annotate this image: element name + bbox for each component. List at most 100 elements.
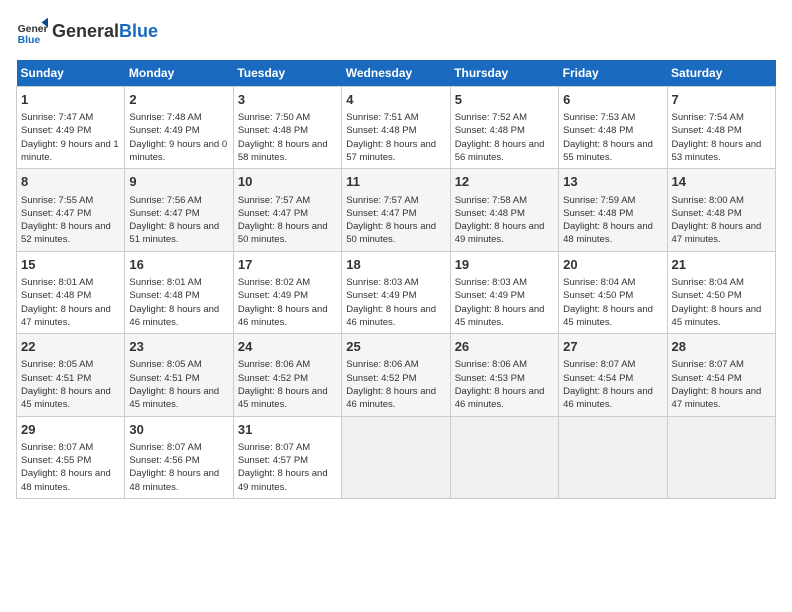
day-info: Sunrise: 8:01 AM Sunset: 4:48 PM Dayligh…: [21, 276, 120, 329]
day-number: 17: [238, 256, 337, 274]
day-number: 26: [455, 338, 554, 356]
calendar-cell: 7 Sunrise: 7:54 AM Sunset: 4:48 PM Daylig…: [667, 87, 775, 169]
calendar-cell: 28 Sunrise: 8:07 AM Sunset: 4:54 PM Dayli…: [667, 334, 775, 416]
day-info: Sunrise: 7:47 AM Sunset: 4:49 PM Dayligh…: [21, 111, 120, 164]
calendar-cell: 19 Sunrise: 8:03 AM Sunset: 4:49 PM Dayli…: [450, 251, 558, 333]
day-number: 3: [238, 91, 337, 109]
day-number: 25: [346, 338, 445, 356]
day-number: 15: [21, 256, 120, 274]
week-row-1: 1 Sunrise: 7:47 AM Sunset: 4:49 PM Daylig…: [17, 87, 776, 169]
day-number: 22: [21, 338, 120, 356]
calendar-cell: 31 Sunrise: 8:07 AM Sunset: 4:57 PM Dayli…: [233, 416, 341, 498]
day-info: Sunrise: 8:04 AM Sunset: 4:50 PM Dayligh…: [672, 276, 771, 329]
calendar-cell: 5 Sunrise: 7:52 AM Sunset: 4:48 PM Daylig…: [450, 87, 558, 169]
day-info: Sunrise: 8:01 AM Sunset: 4:48 PM Dayligh…: [129, 276, 228, 329]
day-info: Sunrise: 7:59 AM Sunset: 4:48 PM Dayligh…: [563, 194, 662, 247]
day-info: Sunrise: 7:54 AM Sunset: 4:48 PM Dayligh…: [672, 111, 771, 164]
day-info: Sunrise: 7:50 AM Sunset: 4:48 PM Dayligh…: [238, 111, 337, 164]
day-number: 10: [238, 173, 337, 191]
calendar-cell: 4Sunrise: 7:51 AM Sunset: 4:48 PM Daylig…: [342, 87, 450, 169]
day-number: 19: [455, 256, 554, 274]
day-number: 18: [346, 256, 445, 274]
calendar-cell: 27Sunrise: 8:07 AM Sunset: 4:54 PM Dayli…: [559, 334, 667, 416]
day-info: Sunrise: 8:04 AM Sunset: 4:50 PM Dayligh…: [563, 276, 662, 329]
logo: General Blue GeneralBlue: [16, 16, 158, 48]
calendar-cell: 14Sunrise: 8:00 AM Sunset: 4:48 PM Dayli…: [667, 169, 775, 251]
weekday-header-tuesday: Tuesday: [233, 60, 341, 87]
day-number: 12: [455, 173, 554, 191]
calendar-cell: 18 Sunrise: 8:03 AM Sunset: 4:49 PM Dayli…: [342, 251, 450, 333]
svg-text:Blue: Blue: [18, 35, 41, 46]
day-info: Sunrise: 7:56 AM Sunset: 4:47 PM Dayligh…: [129, 194, 228, 247]
day-number: 20: [563, 256, 662, 274]
day-number: 23: [129, 338, 228, 356]
day-number: 5: [455, 91, 554, 109]
day-number: 14: [672, 173, 771, 191]
day-info: Sunrise: 7:53 AM Sunset: 4:48 PM Dayligh…: [563, 111, 662, 164]
weekday-header-monday: Monday: [125, 60, 233, 87]
calendar-cell: 3 Sunrise: 7:50 AM Sunset: 4:48 PM Daylig…: [233, 87, 341, 169]
day-info: Sunrise: 7:58 AM Sunset: 4:48 PM Dayligh…: [455, 194, 554, 247]
calendar-cell: [667, 416, 775, 498]
day-number: 16: [129, 256, 228, 274]
calendar-cell: 22 Sunrise: 8:05 AM Sunset: 4:51 PM Dayli…: [17, 334, 125, 416]
calendar-cell: [559, 416, 667, 498]
day-number: 13: [563, 173, 662, 191]
day-info: Sunrise: 7:48 AM Sunset: 4:49 PM Dayligh…: [129, 111, 228, 164]
day-number: 6: [563, 91, 662, 109]
page-header: General Blue GeneralBlue: [16, 16, 776, 48]
calendar-cell: [342, 416, 450, 498]
day-number: 7: [672, 91, 771, 109]
day-number: 1: [21, 91, 120, 109]
calendar-cell: 30 Sunrise: 8:07 AM Sunset: 4:56 PM Dayli…: [125, 416, 233, 498]
weekday-header-row: SundayMondayTuesdayWednesdayThursdayFrid…: [17, 60, 776, 87]
weekday-header-friday: Friday: [559, 60, 667, 87]
logo-icon: General Blue: [16, 16, 48, 48]
day-info: Sunrise: 8:03 AM Sunset: 4:49 PM Dayligh…: [346, 276, 445, 329]
calendar-cell: 26Sunrise: 8:06 AM Sunset: 4:53 PM Dayli…: [450, 334, 558, 416]
day-info: Sunrise: 8:02 AM Sunset: 4:49 PM Dayligh…: [238, 276, 337, 329]
calendar-cell: [450, 416, 558, 498]
day-number: 31: [238, 421, 337, 439]
weekday-header-saturday: Saturday: [667, 60, 775, 87]
weekday-header-wednesday: Wednesday: [342, 60, 450, 87]
day-number: 9: [129, 173, 228, 191]
calendar-cell: 29 Sunrise: 8:07 AM Sunset: 4:55 PM Dayli…: [17, 416, 125, 498]
calendar-cell: 23 Sunrise: 8:05 AM Sunset: 4:51 PM Dayli…: [125, 334, 233, 416]
week-row-3: 15 Sunrise: 8:01 AM Sunset: 4:48 PM Dayli…: [17, 251, 776, 333]
calendar-cell: 12 Sunrise: 7:58 AM Sunset: 4:48 PM Dayli…: [450, 169, 558, 251]
day-info: Sunrise: 8:07 AM Sunset: 4:54 PM Dayligh…: [672, 358, 771, 411]
calendar-cell: 16 Sunrise: 8:01 AM Sunset: 4:48 PM Dayli…: [125, 251, 233, 333]
day-info: Sunrise: 8:05 AM Sunset: 4:51 PM Dayligh…: [21, 358, 120, 411]
week-row-4: 22 Sunrise: 8:05 AM Sunset: 4:51 PM Dayli…: [17, 334, 776, 416]
calendar-cell: 1 Sunrise: 7:47 AM Sunset: 4:49 PM Daylig…: [17, 87, 125, 169]
calendar-cell: 6 Sunrise: 7:53 AM Sunset: 4:48 PM Daylig…: [559, 87, 667, 169]
day-number: 2: [129, 91, 228, 109]
day-info: Sunrise: 8:07 AM Sunset: 4:54 PM Dayligh…: [563, 358, 662, 411]
week-row-2: 8Sunrise: 7:55 AM Sunset: 4:47 PM Daylig…: [17, 169, 776, 251]
svg-text:General: General: [18, 24, 48, 35]
day-number: 28: [672, 338, 771, 356]
logo-text: GeneralBlue: [52, 22, 158, 42]
weekday-header-sunday: Sunday: [17, 60, 125, 87]
calendar-cell: 11Sunrise: 7:57 AM Sunset: 4:47 PM Dayli…: [342, 169, 450, 251]
calendar-cell: 15 Sunrise: 8:01 AM Sunset: 4:48 PM Dayli…: [17, 251, 125, 333]
day-info: Sunrise: 8:05 AM Sunset: 4:51 PM Dayligh…: [129, 358, 228, 411]
calendar-cell: 13 Sunrise: 7:59 AM Sunset: 4:48 PM Dayli…: [559, 169, 667, 251]
day-info: Sunrise: 7:52 AM Sunset: 4:48 PM Dayligh…: [455, 111, 554, 164]
day-info: Sunrise: 8:07 AM Sunset: 4:56 PM Dayligh…: [129, 441, 228, 494]
day-number: 11: [346, 173, 445, 191]
calendar-cell: 25 Sunrise: 8:06 AM Sunset: 4:52 PM Dayli…: [342, 334, 450, 416]
calendar-cell: 20 Sunrise: 8:04 AM Sunset: 4:50 PM Dayli…: [559, 251, 667, 333]
day-number: 30: [129, 421, 228, 439]
day-info: Sunrise: 8:03 AM Sunset: 4:49 PM Dayligh…: [455, 276, 554, 329]
day-info: Sunrise: 8:06 AM Sunset: 4:52 PM Dayligh…: [346, 358, 445, 411]
day-number: 24: [238, 338, 337, 356]
day-info: Sunrise: 7:51 AM Sunset: 4:48 PM Dayligh…: [346, 111, 445, 164]
day-number: 29: [21, 421, 120, 439]
day-info: Sunrise: 8:07 AM Sunset: 4:55 PM Dayligh…: [21, 441, 120, 494]
calendar-cell: 8Sunrise: 7:55 AM Sunset: 4:47 PM Daylig…: [17, 169, 125, 251]
week-row-5: 29 Sunrise: 8:07 AM Sunset: 4:55 PM Dayli…: [17, 416, 776, 498]
day-info: Sunrise: 7:57 AM Sunset: 4:47 PM Dayligh…: [238, 194, 337, 247]
day-info: Sunrise: 8:07 AM Sunset: 4:57 PM Dayligh…: [238, 441, 337, 494]
